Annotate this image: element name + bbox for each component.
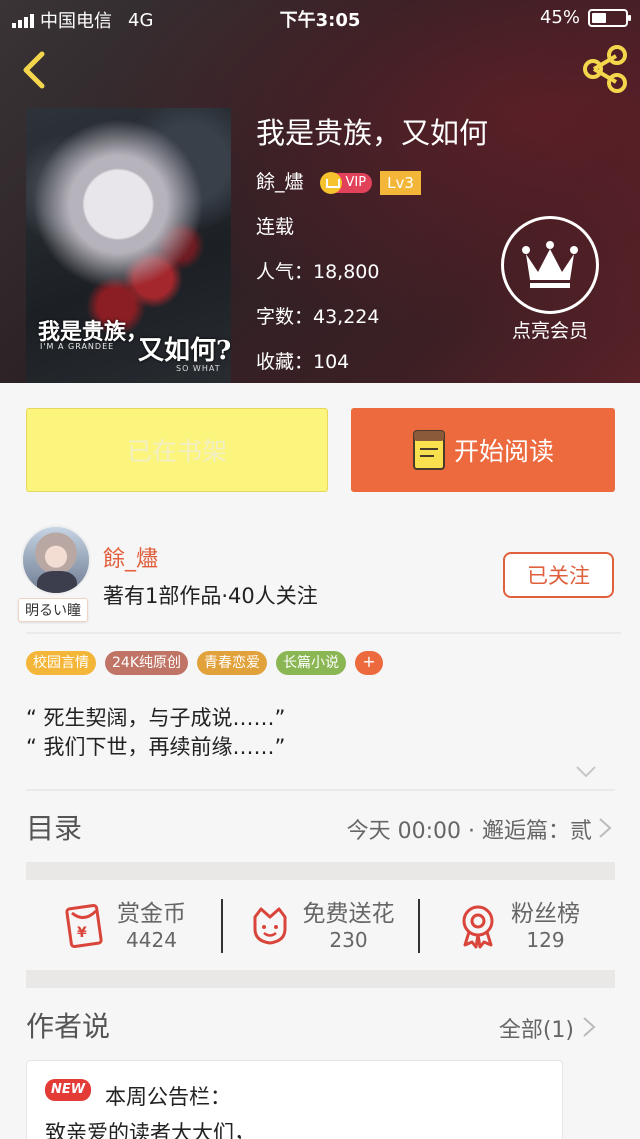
- tag-chip[interactable]: 青春恋爱: [197, 651, 267, 675]
- stat-label: 免费送花: [302, 900, 395, 927]
- medal-icon: [462, 905, 494, 948]
- member-button[interactable]: 点亮会员: [500, 216, 600, 343]
- stat-label: 粉丝榜: [511, 900, 580, 927]
- divider: [26, 632, 621, 634]
- book-cover[interactable]: 我是贵族， I'M A GRANDEE 又如何? SO WHAT: [26, 108, 231, 383]
- member-label: 点亮会员: [511, 320, 588, 342]
- table-of-contents-row[interactable]: 目录 今天 00:00 · 邂逅篇：贰: [0, 795, 640, 859]
- section-divider: [26, 862, 615, 880]
- expand-button[interactable]: [575, 763, 597, 781]
- stat-value: 129: [526, 927, 565, 952]
- toc-latest-chapter: 今天 00:00 · 邂逅篇：贰: [346, 819, 592, 844]
- avatar[interactable]: [21, 525, 91, 595]
- synopsis-line: “ 死生契阔，与子成说……”: [26, 706, 286, 730]
- author-says-all-link[interactable]: 全部(1): [499, 1012, 574, 1044]
- announcement-body: 致亲爱的读者大大们，: [45, 1121, 255, 1139]
- crown-coin-icon: [319, 171, 342, 194]
- free-flower-button[interactable]: 免费送花 230: [223, 883, 418, 968]
- toc-title: 目录: [26, 812, 83, 845]
- crown-icon: [522, 241, 578, 288]
- stat-label: 赏金币: [117, 900, 186, 927]
- chevron-right-icon: [583, 1017, 596, 1037]
- chevron-down-icon: [576, 766, 596, 778]
- author-says-header: 作者说 全部(1): [0, 995, 640, 1055]
- vip-badge: VIP: [319, 171, 373, 194]
- tag-list: 校园言情 24K纯原创 青春恋爱 长篇小说 +: [26, 651, 383, 675]
- book-info: 我是贵族，又如何 餘_燼 VIP Lv3 连载 人气：18,800 字数：43,…: [256, 112, 488, 383]
- reward-coins-button[interactable]: ¥ 赏金币 4424: [26, 883, 221, 968]
- tag-chip[interactable]: 24K纯原创: [105, 651, 188, 675]
- status-bar: 中国电信 4G 下午3:05 45%: [0, 0, 640, 36]
- stat-value: 4424: [126, 927, 177, 952]
- author-says-title: 作者说: [26, 1010, 111, 1043]
- book-detail-page: 中国电信 4G 下午3:05 45% 我是贵族， I'M A GRANDEE 又…: [0, 0, 640, 1139]
- stats-row: ¥ 赏金币 4424 免费送花 230 粉丝榜 129: [26, 883, 615, 968]
- tag-chip[interactable]: 长篇小说: [276, 651, 346, 675]
- tag-chip[interactable]: 校园言情: [26, 651, 96, 675]
- svg-text:¥: ¥: [77, 925, 87, 941]
- book-word-count: 字数：43,224: [256, 306, 380, 328]
- divider: [26, 789, 615, 791]
- author-meta: 著有1部作品·40人关注: [103, 584, 318, 608]
- book-author[interactable]: 餘_燼: [256, 160, 304, 205]
- chevron-left-icon: [23, 51, 45, 89]
- book-popularity: 人气：18,800: [256, 261, 380, 283]
- book-title: 我是贵族，又如何: [256, 116, 489, 150]
- stat-value: 230: [329, 927, 368, 952]
- cover-subtitle-1: I'M A GRANDEE: [40, 342, 115, 351]
- battery-icon: [588, 8, 631, 27]
- book-header: 中国电信 4G 下午3:05 45% 我是贵族， I'M A GRANDEE 又…: [0, 0, 640, 383]
- avatar-tag: 明るい瞳: [18, 598, 88, 622]
- fan-ranking-button[interactable]: 粉丝榜 129: [420, 883, 615, 968]
- share-button[interactable]: [580, 44, 630, 94]
- new-badge: NEW: [45, 1079, 92, 1101]
- level-badge: Lv3: [380, 170, 421, 195]
- author-name[interactable]: 餘_燼: [103, 541, 158, 573]
- cover-subtitle-2: SO WHAT: [176, 364, 221, 373]
- announcement-title: 本周公告栏：: [105, 1085, 231, 1109]
- in-shelf-button[interactable]: 已在书架: [26, 408, 328, 492]
- synopsis-line: “ 我们下世，再续前缘……”: [26, 735, 286, 759]
- book-status: 连载: [256, 216, 295, 238]
- back-button[interactable]: [16, 48, 56, 92]
- section-divider: [26, 970, 615, 988]
- share-icon: [583, 45, 627, 93]
- follow-button[interactable]: 已关注: [503, 552, 614, 598]
- cover-title-2: 又如何?: [138, 336, 231, 366]
- flower-icon: [253, 907, 286, 944]
- battery-percent: 45%: [539, 7, 580, 28]
- red-envelope-icon: ¥: [65, 903, 103, 948]
- announcement-card[interactable]: NEW 本周公告栏： 致亲爱的读者大大们，: [26, 1060, 563, 1139]
- book-favorites: 收藏：104: [256, 351, 350, 373]
- more-tags-button[interactable]: +: [355, 651, 383, 675]
- book-icon: [412, 430, 445, 470]
- start-reading-button[interactable]: 开始阅读: [351, 408, 615, 492]
- chevron-right-icon: [599, 818, 612, 838]
